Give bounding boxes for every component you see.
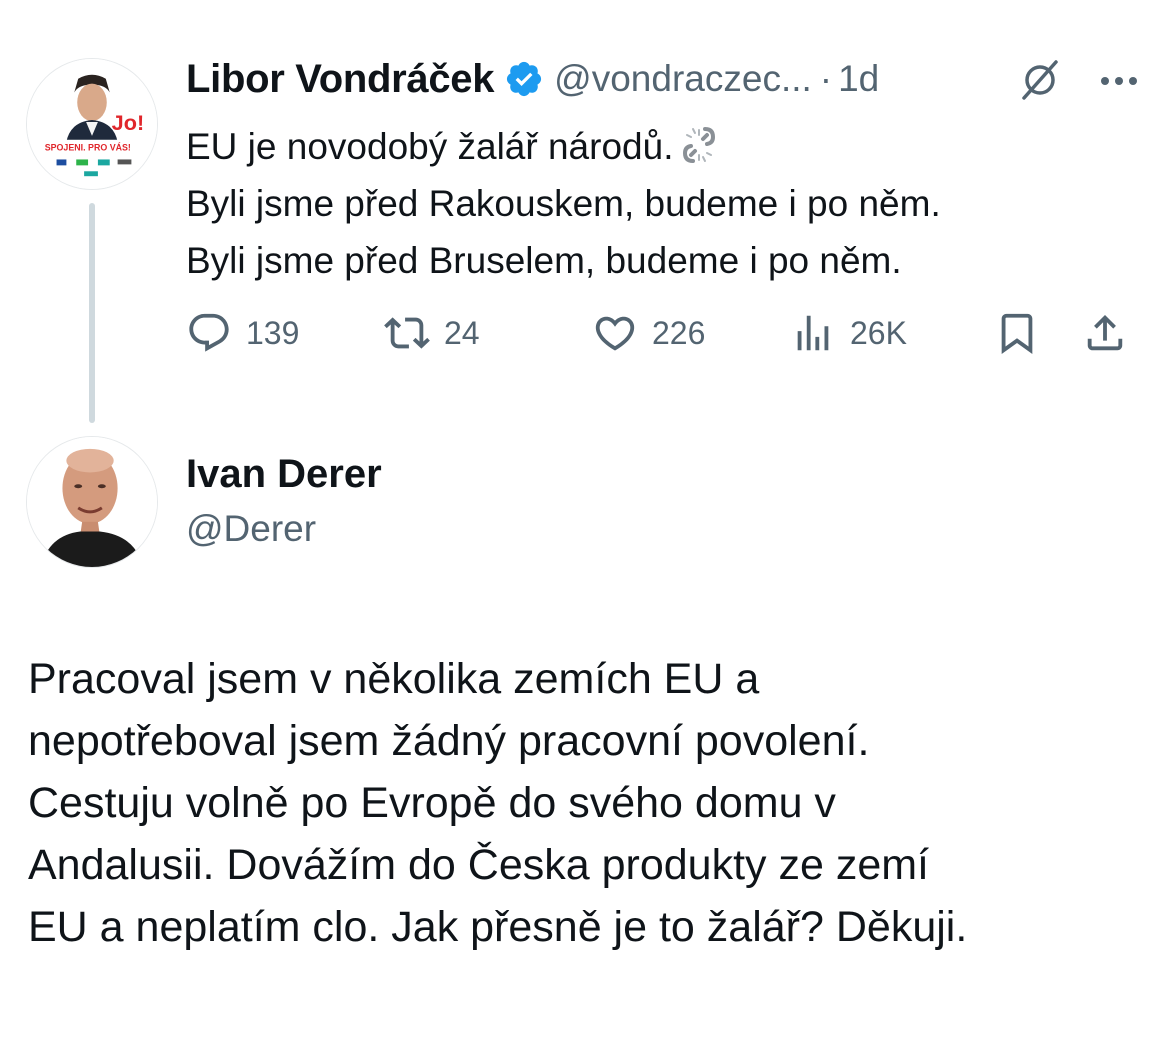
like-button[interactable]: 226 [592,307,705,359]
views-button[interactable]: 26K [790,307,907,359]
reply-text-line: nepotřeboval jsem žádný pracovní povolen… [28,717,870,765]
author-avatar-ivan[interactable] [26,436,158,568]
views-chart-icon [797,315,829,351]
reply-text-line: Cestuju volně po Evropě do svého domu v [28,779,836,827]
tweet-text-line: EU je novodobý žalář národů. [186,118,1146,175]
retweet-count: 24 [444,314,480,351]
reply-tweet-text: Pracoval jsem v několika zemích EU a nep… [28,648,1148,958]
quoted-tweet-header: Libor Vondráček @vondraczec... · 1d [186,54,1146,104]
avatar-image [27,437,157,567]
reply-text-line: Andalusii. Dovážím do Česka produkty ze … [28,841,930,889]
reply-count: 139 [246,314,300,351]
grok-icon[interactable] [1018,58,1062,102]
share-icon [1087,314,1123,351]
like-count: 226 [652,314,706,351]
view-count: 26K [850,314,907,351]
author-name[interactable]: Libor Vondráček [186,57,494,102]
tweet-text-line: Byli jsme před Bruselem, budeme i po něm… [186,240,902,281]
tweet-text-line: Byli jsme před Rakouskem, budeme i po ně… [186,183,941,224]
bookmark-icon [1001,313,1033,354]
tweet-timestamp[interactable]: 1d [838,58,879,100]
svg-text:SPOJENI. PRO VÁS!: SPOJENI. PRO VÁS! [45,143,131,153]
reply-text-line: Pracoval jsem v několika zemích EU a [28,655,760,703]
verified-badge-icon [507,61,542,97]
broken-chain-icon [683,127,716,163]
tweet-action-bar: 139 24 226 26K [186,307,1146,359]
more-options-icon[interactable] [1098,74,1140,88]
quoted-tweet-text: EU je novodobý žalář národů. Byli jsme p… [186,118,1146,289]
author-handle[interactable]: @vondraczec... [554,58,812,100]
avatar-image: Jo! SPOJENI. PRO VÁS! [27,59,157,189]
thread-connector-line [89,203,95,423]
heart-icon [595,316,635,351]
retweet-icon [384,317,430,349]
reply-icon [189,313,229,352]
bookmark-button[interactable] [994,307,1040,359]
svg-text:Jo!: Jo! [112,110,144,135]
share-button[interactable] [1082,307,1128,359]
author-avatar-libor[interactable]: Jo! SPOJENI. PRO VÁS! [26,58,158,190]
reply-author-handle[interactable]: @Derer [186,508,316,550]
retweet-button[interactable]: 24 [384,307,480,359]
reply-button[interactable]: 139 [186,307,299,359]
reply-text-line: EU a neplatím clo. Jak přesně je to žalá… [28,903,968,951]
meta-separator: · [819,58,833,99]
reply-author-name[interactable]: Ivan Derer [186,452,382,497]
